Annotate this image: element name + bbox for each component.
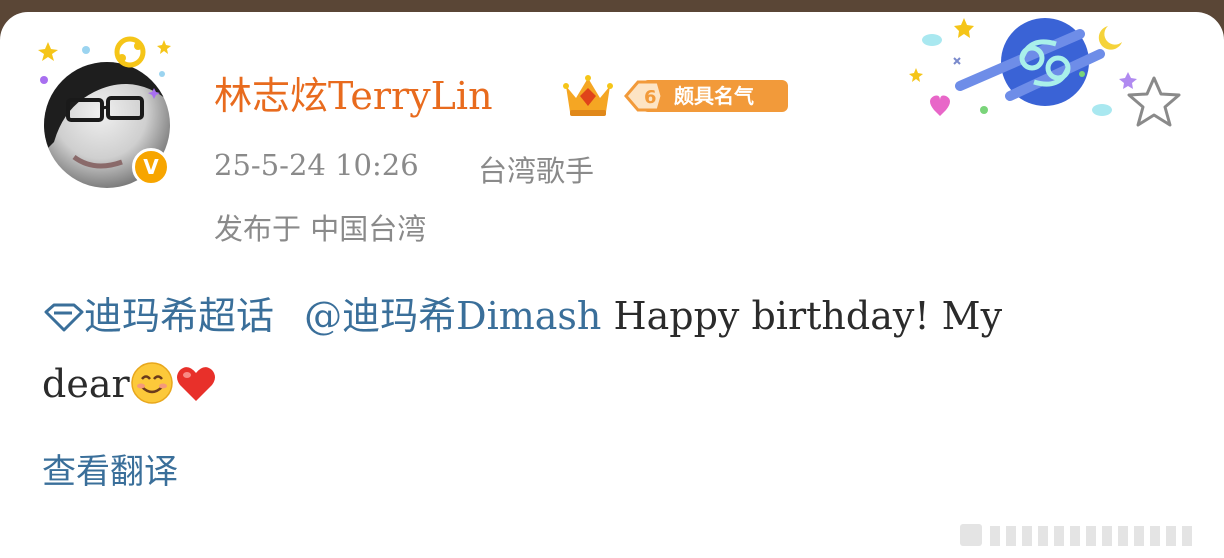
avatar-decoration-icon: [38, 36, 171, 99]
fame-badge-label: 颇具名气: [674, 84, 754, 108]
mention-link[interactable]: @迪玛希Dimash: [304, 294, 601, 338]
post-content: 迪玛希超话 @迪玛希Dimash Happy birthday! My dear: [42, 282, 1182, 418]
watermark-icon: [960, 524, 1192, 546]
post-text-line2: dear: [42, 362, 130, 406]
author-name[interactable]: 林志炫TerryLin: [214, 72, 493, 120]
post-timestamp: 25-5-24 10:26: [214, 148, 419, 182]
diamond-topic-icon: [44, 303, 84, 332]
verified-badge-icon: V: [132, 148, 170, 186]
crown-icon: [563, 75, 613, 116]
post-text-line1: Happy birthday! My: [601, 294, 1003, 338]
smiling-face-emoji: [130, 362, 173, 404]
post-location: 发布于 中国台湾: [214, 212, 427, 246]
topic-link[interactable]: 迪玛希超话: [42, 294, 274, 338]
fame-level: 6: [644, 87, 657, 108]
view-translation-link[interactable]: 查看翻译: [42, 444, 178, 493]
topic-label: 迪玛希超话: [84, 294, 275, 338]
star-outline-icon[interactable]: [1124, 74, 1184, 130]
author-description: 台湾歌手: [478, 154, 595, 188]
red-heart-emoji: [176, 367, 215, 401]
